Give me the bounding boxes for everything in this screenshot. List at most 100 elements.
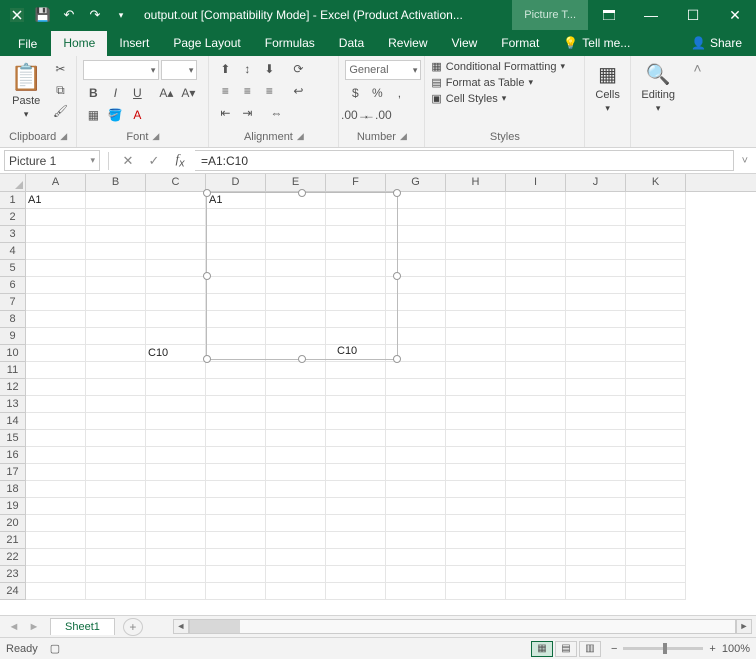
column-header[interactable]: J: [566, 174, 626, 191]
cell[interactable]: [506, 481, 566, 498]
cell[interactable]: [146, 413, 206, 430]
cell[interactable]: [386, 515, 446, 532]
cell[interactable]: [206, 532, 266, 549]
excel-app-icon[interactable]: [6, 4, 28, 26]
font-size-combo[interactable]: ▾: [161, 60, 197, 80]
cell[interactable]: [26, 328, 86, 345]
row-header[interactable]: 6: [0, 277, 26, 294]
cell[interactable]: [506, 430, 566, 447]
tab-insert[interactable]: Insert: [107, 31, 161, 56]
currency-icon[interactable]: $: [345, 84, 365, 102]
italic-button[interactable]: I: [105, 84, 125, 102]
cell[interactable]: [566, 379, 626, 396]
cell[interactable]: [626, 396, 686, 413]
row-header[interactable]: 9: [0, 328, 26, 345]
cell[interactable]: [26, 260, 86, 277]
cell[interactable]: [26, 566, 86, 583]
cell[interactable]: [446, 583, 506, 600]
cell[interactable]: [626, 260, 686, 277]
cell[interactable]: [266, 532, 326, 549]
cell[interactable]: [446, 277, 506, 294]
row-header[interactable]: 8: [0, 311, 26, 328]
cell[interactable]: [266, 464, 326, 481]
cell[interactable]: [626, 328, 686, 345]
cell[interactable]: [326, 549, 386, 566]
cell[interactable]: [386, 464, 446, 481]
cell[interactable]: [86, 311, 146, 328]
cell[interactable]: [446, 430, 506, 447]
dialog-launcher-icon[interactable]: ◢: [152, 131, 159, 143]
cell[interactable]: [566, 345, 626, 362]
qat-customize-icon[interactable]: ▾: [110, 4, 132, 26]
row-header[interactable]: 18: [0, 481, 26, 498]
paste-button[interactable]: 📋 Paste ▾: [6, 60, 46, 122]
cell[interactable]: [386, 396, 446, 413]
cell[interactable]: [506, 328, 566, 345]
cell[interactable]: [626, 311, 686, 328]
macro-record-icon[interactable]: ▢: [50, 642, 60, 655]
cell[interactable]: [86, 243, 146, 260]
cell[interactable]: [506, 532, 566, 549]
resize-handle[interactable]: [203, 272, 211, 280]
cell[interactable]: [86, 515, 146, 532]
cell[interactable]: [326, 362, 386, 379]
column-header[interactable]: A: [26, 174, 86, 191]
cell[interactable]: [326, 566, 386, 583]
cell[interactable]: [266, 396, 326, 413]
undo-icon[interactable]: ↶: [58, 4, 80, 26]
cell[interactable]: [506, 260, 566, 277]
column-header[interactable]: H: [446, 174, 506, 191]
dialog-launcher-icon[interactable]: ◢: [400, 131, 407, 143]
normal-view-icon[interactable]: ▦: [531, 641, 553, 657]
cell[interactable]: [26, 379, 86, 396]
cell[interactable]: [146, 498, 206, 515]
cell[interactable]: [566, 413, 626, 430]
row-header[interactable]: 23: [0, 566, 26, 583]
percent-icon[interactable]: %: [367, 84, 387, 102]
cell[interactable]: [626, 447, 686, 464]
cell[interactable]: [206, 549, 266, 566]
enter-formula-icon[interactable]: ✓: [143, 153, 165, 169]
cell[interactable]: [266, 515, 326, 532]
cell[interactable]: [146, 481, 206, 498]
orientation-icon[interactable]: ⟳: [288, 60, 308, 78]
dialog-launcher-icon[interactable]: ◢: [60, 131, 67, 143]
row-header[interactable]: 20: [0, 515, 26, 532]
cell[interactable]: [86, 192, 146, 209]
cell[interactable]: [266, 447, 326, 464]
cell[interactable]: [446, 379, 506, 396]
cell[interactable]: [506, 294, 566, 311]
cell[interactable]: [146, 549, 206, 566]
cell[interactable]: [146, 447, 206, 464]
cell[interactable]: [26, 583, 86, 600]
cell[interactable]: [206, 566, 266, 583]
cell[interactable]: [326, 498, 386, 515]
cell[interactable]: [566, 464, 626, 481]
cell[interactable]: [206, 498, 266, 515]
add-sheet-button[interactable]: +: [123, 618, 143, 636]
zoom-level[interactable]: 100%: [722, 643, 750, 655]
cell[interactable]: [446, 311, 506, 328]
cell[interactable]: [206, 362, 266, 379]
align-center-icon[interactable]: ≡: [237, 82, 257, 100]
cell[interactable]: [506, 549, 566, 566]
cell[interactable]: [26, 243, 86, 260]
cell[interactable]: [146, 379, 206, 396]
cell[interactable]: [146, 515, 206, 532]
scroll-thumb[interactable]: [190, 620, 240, 633]
cell[interactable]: [626, 498, 686, 515]
cell[interactable]: [26, 498, 86, 515]
cell[interactable]: [566, 515, 626, 532]
cell[interactable]: [206, 447, 266, 464]
cell[interactable]: [626, 549, 686, 566]
cell[interactable]: [146, 328, 206, 345]
cell[interactable]: [26, 481, 86, 498]
cell[interactable]: [146, 243, 206, 260]
merge-center-icon[interactable]: ⇔: [266, 104, 286, 122]
cell[interactable]: [86, 260, 146, 277]
cell[interactable]: [266, 362, 326, 379]
resize-handle[interactable]: [203, 189, 211, 197]
cell[interactable]: [26, 396, 86, 413]
cell[interactable]: [146, 583, 206, 600]
tab-view[interactable]: View: [440, 31, 490, 56]
